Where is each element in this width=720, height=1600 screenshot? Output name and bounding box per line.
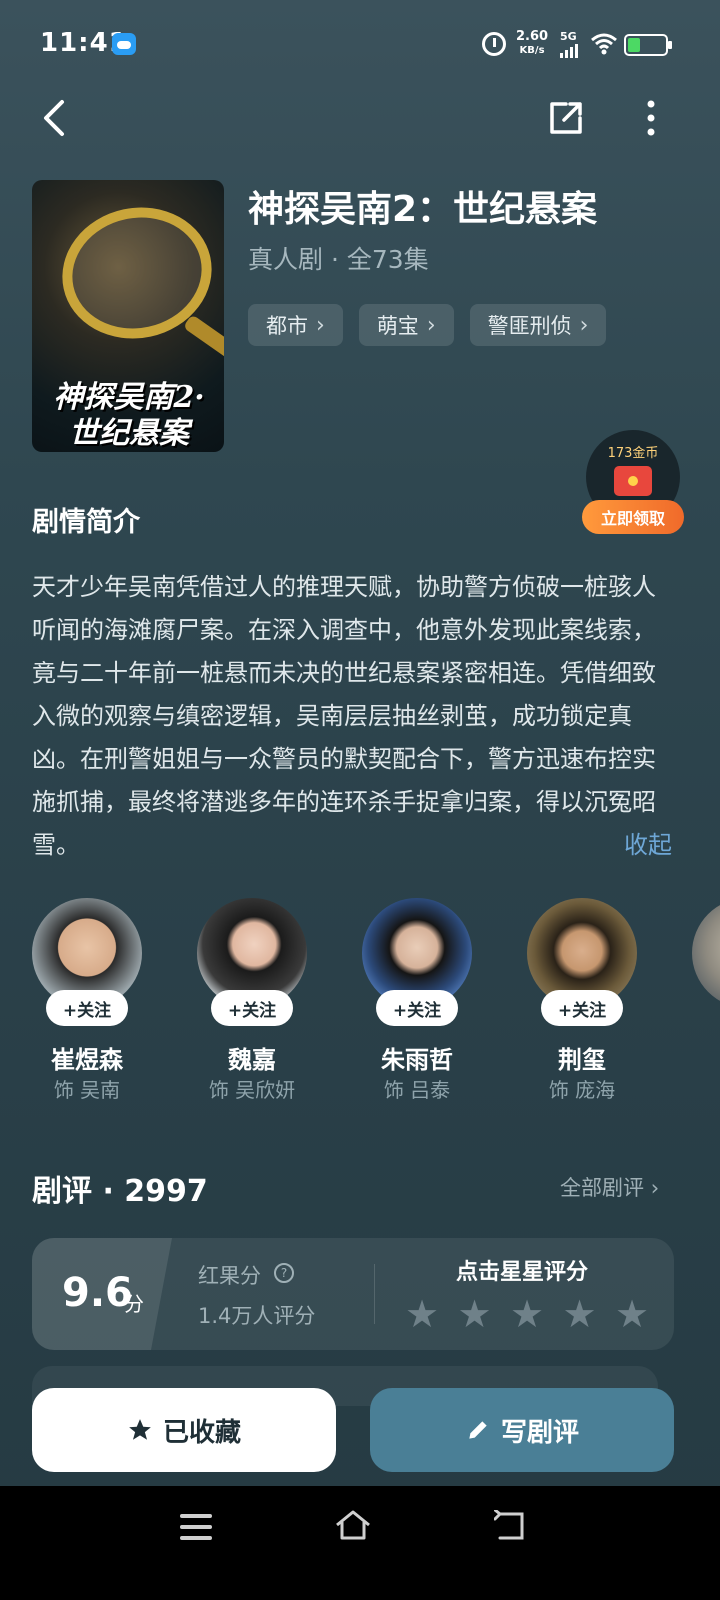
follow-button[interactable]: +关注 [46,990,128,1026]
cast-item-partial[interactable] [692,898,720,1008]
chevron-right-icon: › [579,312,589,338]
tag-police-crime[interactable]: 警匪刑侦 › [469,304,607,346]
cast-item[interactable]: +关注 崔煜森 饰 吴南 [32,898,142,1102]
all-reviews-link[interactable]: 全部剧评 › [560,1172,659,1202]
more-vertical-icon[interactable] [636,98,666,138]
weather-icon [112,33,136,55]
cast-list: +关注 崔煜森 饰 吴南 +关注 魏嘉 饰 吴欣妍 +关注 朱雨哲 饰 吕泰 +… [32,898,720,1108]
drama-poster[interactable]: 神探吴南2·世纪悬案 [32,180,224,452]
follow-button[interactable]: +关注 [541,990,623,1026]
synopsis-body: 天才少年吴南凭借过人的推理天赋，协助警方侦破一桩骇人听闻的海滩腐尸案。在深入调查… [32,573,656,859]
speed-unit: KB/s [519,45,545,56]
cast-name: 魏嘉 [228,1046,276,1074]
star-icon[interactable]: ★ [612,1294,652,1334]
network-type: 5G [560,30,577,43]
poster-title: 神探吴南2·世纪悬案 [53,380,205,451]
cast-role: 饰 庞海 [548,1078,616,1102]
tag-cute-baby[interactable]: 萌宝 › [358,304,454,346]
battery-icon [624,34,672,56]
cast-item[interactable]: +关注 荆玺 饰 庞海 [527,898,637,1102]
review-section-title: 剧评 · 2997 [32,1174,208,1209]
score-unit: 分 [124,1292,144,1316]
star-filled-icon [129,1419,151,1440]
coin-reward-widget[interactable]: 173金币 立即领取 [582,430,684,534]
score-count: 1.4万人评分 [198,1304,316,1328]
synopsis-text: 天才少年吴南凭借过人的推理天赋，协助警方侦破一桩骇人听闻的海滩腐尸案。在深入调查… [32,566,672,867]
back-icon[interactable] [494,1510,528,1542]
cast-name: 崔煜森 [51,1046,123,1074]
score-value: 9.6 [62,1270,133,1316]
rating-card: 9.6 分 红果分 ? 1.4万人评分 点击星星评分 ★ ★ ★ ★ ★ [32,1238,674,1350]
tag-list: 都市 › 萌宝 › 警匪刑侦 › [248,304,607,346]
speed-value: 2.60 [516,29,549,44]
cast-name: 朱雨哲 [381,1046,453,1074]
chevron-right-icon: › [650,1176,660,1200]
cast-item[interactable]: +关注 朱雨哲 饰 吕泰 [362,898,472,1102]
chevron-right-icon: › [426,312,436,338]
wifi-icon [591,33,617,55]
star-icon[interactable]: ★ [402,1294,442,1334]
follow-button[interactable]: +关注 [211,990,293,1026]
collected-label: 已收藏 [162,1417,241,1448]
signal-icon [560,44,580,58]
write-review-label: 写剧评 [500,1417,579,1448]
star-icon[interactable]: ★ [455,1294,495,1334]
share-icon[interactable] [546,98,586,138]
coin-amount: 173金币 [607,446,659,461]
chevron-right-icon: › [316,312,325,338]
claim-button[interactable]: 立即领取 [582,500,684,534]
menu-icon[interactable] [180,1514,212,1540]
drama-meta: 真人剧 · 全73集 [248,245,429,274]
star-icon[interactable]: ★ [507,1294,547,1334]
collected-button[interactable]: 已收藏 [32,1388,336,1472]
rate-prompt: 点击星星评分 [456,1260,589,1285]
tag-urban[interactable]: 都市 › [248,304,343,346]
write-review-button[interactable]: 写剧评 [370,1388,674,1472]
cast-name: 荆玺 [558,1046,606,1074]
status-bar: 11:41 2.60 KB/s 5G [0,0,720,90]
avatar[interactable] [692,898,720,1008]
star-rating: ★ ★ ★ ★ ★ [402,1294,652,1334]
star-icon[interactable]: ★ [560,1294,600,1334]
cast-item[interactable]: +关注 魏嘉 饰 吴欣妍 [197,898,307,1102]
drama-title: 神探吴南2：世纪悬案 [248,189,598,230]
cast-role: 饰 吕泰 [383,1078,451,1102]
cast-role: 饰 吴欣妍 [208,1078,296,1102]
system-navigation-bar [0,1486,720,1600]
back-arrow-icon[interactable] [36,96,76,140]
pencil-icon [469,1421,487,1439]
divider [374,1264,375,1324]
help-icon[interactable]: ? [274,1263,294,1283]
cast-role: 饰 吴南 [53,1078,121,1102]
home-icon[interactable] [334,1508,372,1542]
red-envelope-icon [614,466,652,496]
synopsis-title: 剧情简介 [32,507,140,538]
score-label: 红果分 [198,1264,261,1288]
collapse-link[interactable]: 收起 [624,824,672,867]
alarm-icon [482,32,506,56]
follow-button[interactable]: +关注 [376,990,458,1026]
network-speed: 2.60 KB/s [516,30,548,58]
